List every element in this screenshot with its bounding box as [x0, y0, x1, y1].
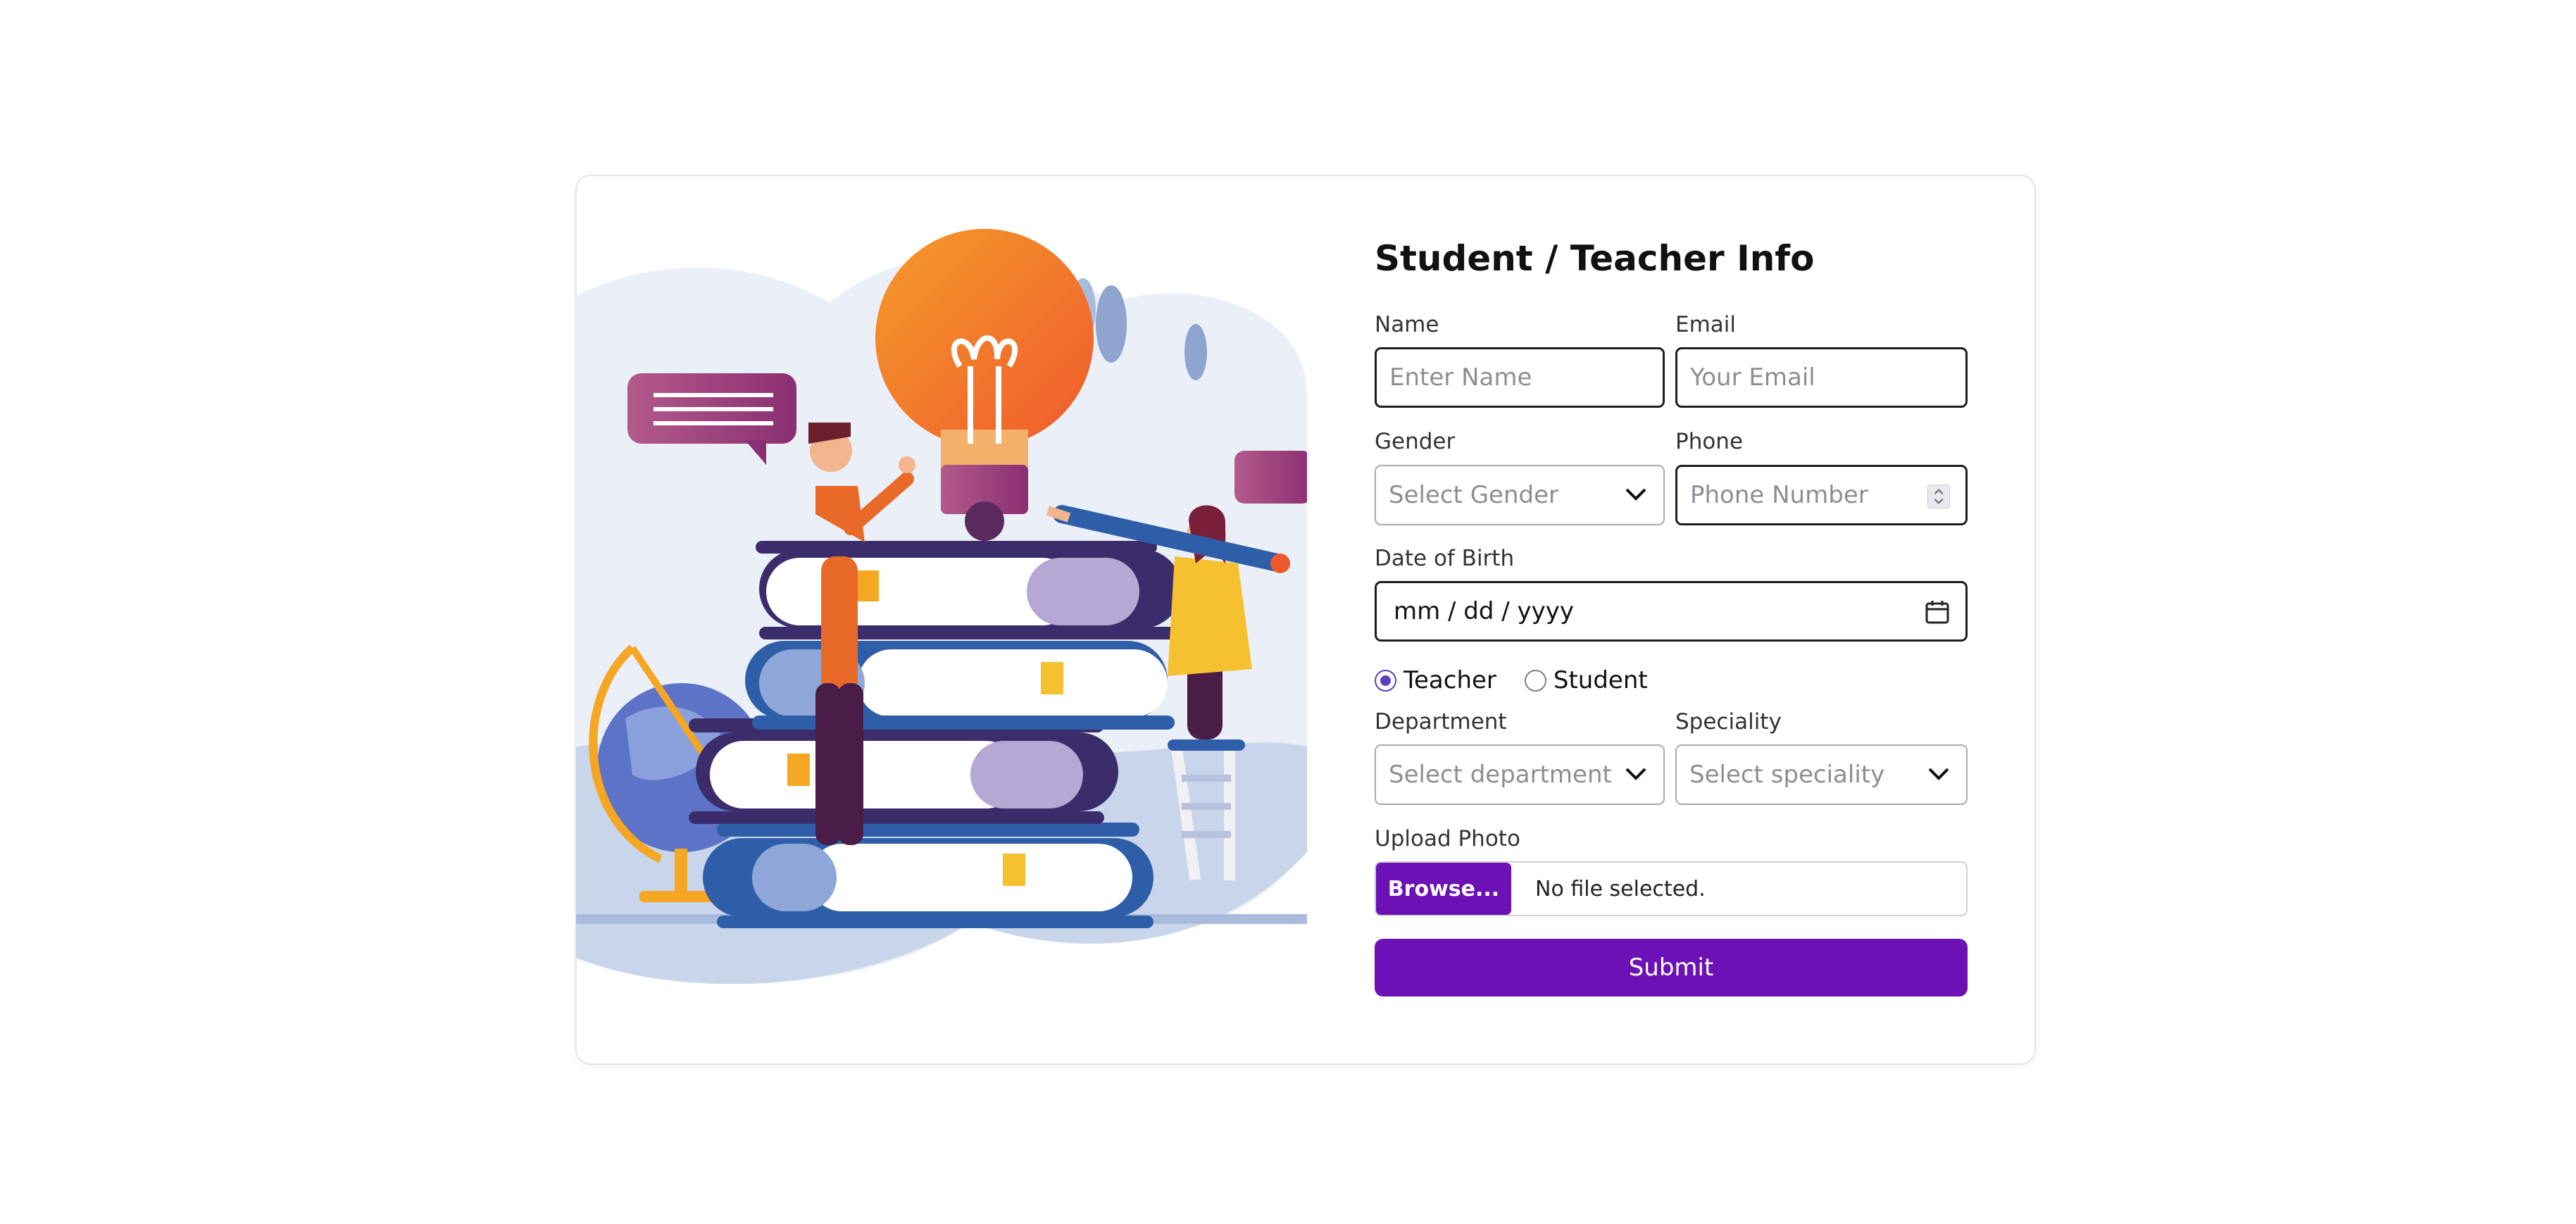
form-title: Student / Teacher Info — [1375, 238, 1815, 279]
email-label: Email — [1675, 312, 1737, 337]
gender-select[interactable]: Select Gender — [1375, 465, 1665, 525]
chevron-down-icon — [1625, 488, 1646, 501]
phone-placeholder: Phone Number — [1690, 481, 1868, 509]
gender-label: Gender — [1375, 429, 1456, 454]
speciality-label: Speciality — [1675, 709, 1782, 735]
department-select[interactable]: Select department — [1375, 744, 1665, 805]
radio-student-circle[interactable] — [1524, 669, 1546, 692]
department-placeholder: Select department — [1389, 761, 1612, 789]
browse-button[interactable]: Browse... — [1376, 863, 1511, 915]
upload-photo-label: Upload Photo — [1375, 826, 1520, 851]
education-illustration — [576, 229, 1307, 985]
phone-input[interactable]: Phone Number — [1675, 465, 1968, 525]
chevron-down-icon — [1625, 768, 1646, 780]
name-placeholder: Enter Name — [1389, 363, 1532, 392]
radio-teacher-circle[interactable] — [1375, 669, 1396, 692]
role-radio-group: Teacher Student — [1375, 665, 1676, 696]
dob-value: mm / dd / yyyy — [1394, 597, 1575, 625]
name-input[interactable]: Enter Name — [1375, 347, 1665, 408]
upload-photo-field[interactable]: Browse... No file selected. — [1375, 861, 1968, 916]
calendar-icon[interactable] — [1925, 599, 1950, 625]
department-label: Department — [1375, 709, 1507, 735]
radio-student-label: Student — [1553, 666, 1648, 694]
dob-input[interactable]: mm / dd / yyyy — [1375, 581, 1968, 642]
speciality-placeholder: Select speciality — [1689, 761, 1885, 789]
phone-label: Phone — [1675, 429, 1744, 454]
submit-button[interactable]: Submit — [1375, 939, 1968, 997]
speciality-select[interactable]: Select speciality — [1675, 744, 1968, 805]
name-label: Name — [1375, 312, 1439, 337]
gender-placeholder: Select Gender — [1389, 481, 1558, 509]
email-placeholder: Your Email — [1690, 363, 1815, 392]
file-status-text: No file selected. — [1535, 876, 1706, 901]
dob-label: Date of Birth — [1375, 546, 1515, 571]
radio-student[interactable]: Student — [1524, 666, 1648, 694]
email-input[interactable]: Your Email — [1675, 347, 1968, 408]
spinner-icon[interactable] — [1927, 485, 1950, 508]
radio-teacher-label: Teacher — [1403, 666, 1496, 694]
radio-teacher[interactable]: Teacher — [1375, 666, 1496, 694]
chevron-down-icon — [1928, 768, 1949, 780]
